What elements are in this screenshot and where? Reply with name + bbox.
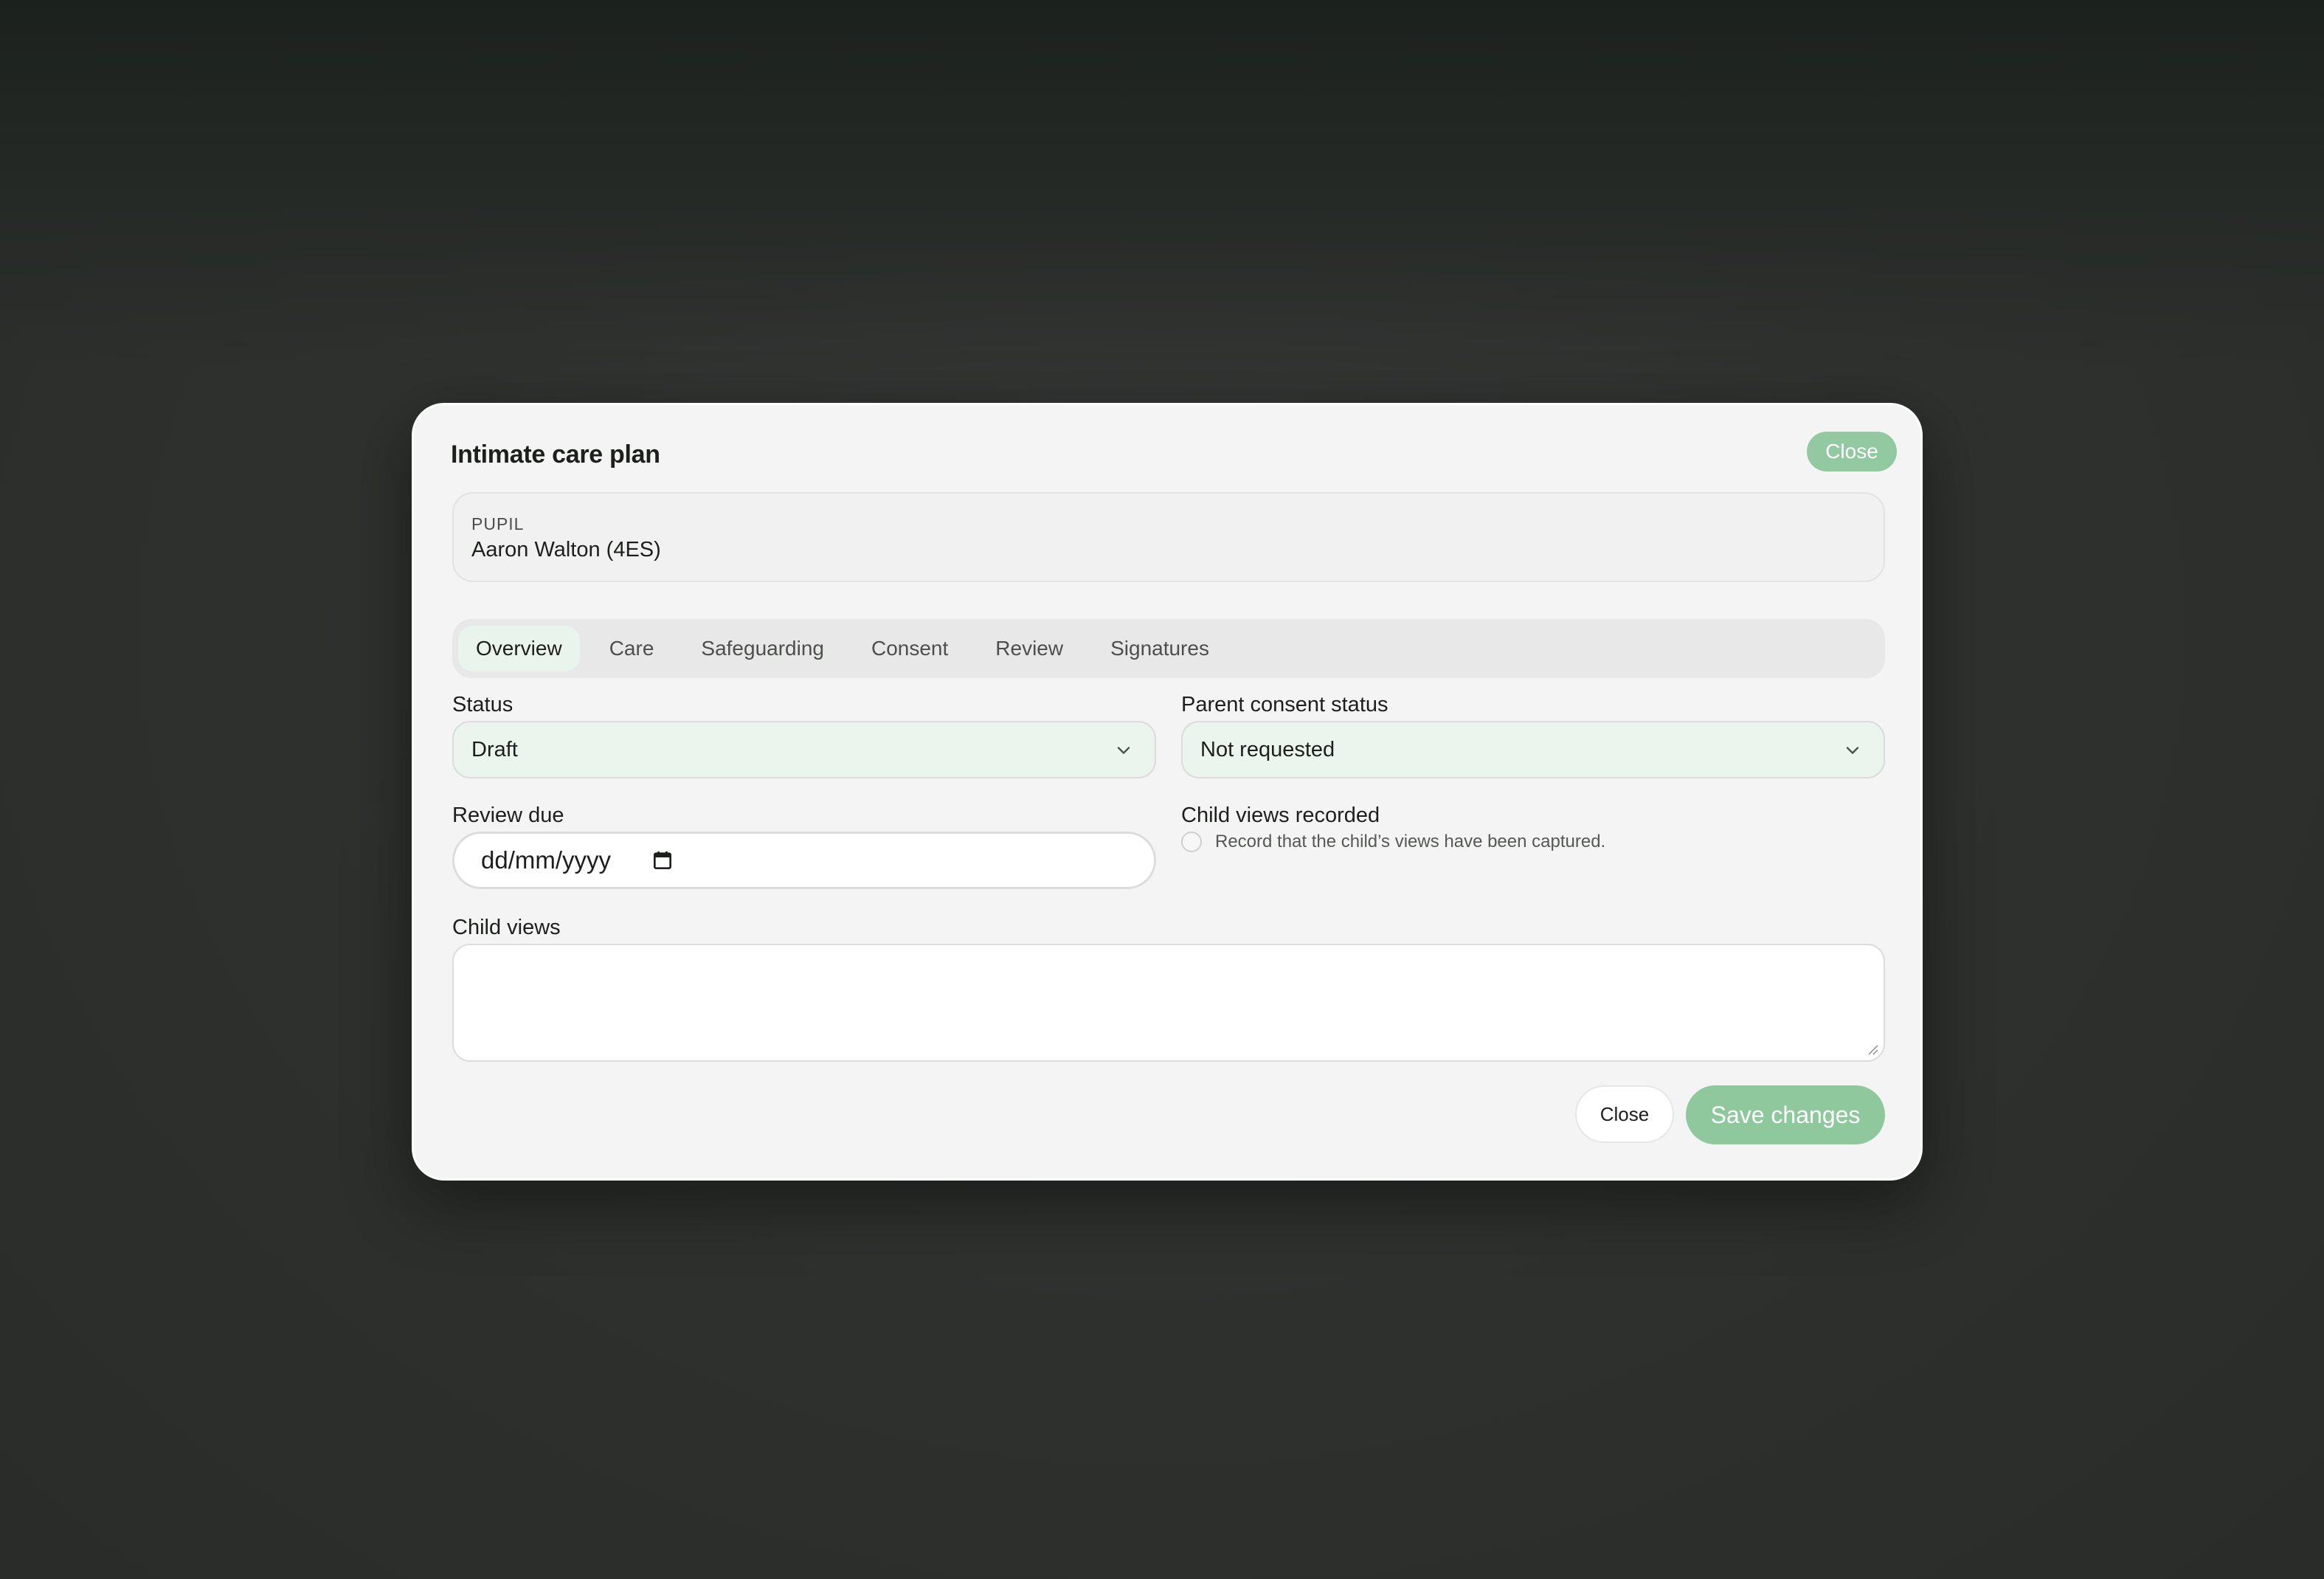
review-due-label: Review due <box>452 804 564 827</box>
child-views-label: Child views <box>452 916 561 939</box>
chevron-down-icon <box>1846 747 1859 754</box>
tab-review[interactable]: Review <box>978 626 1081 671</box>
review-due-placeholder: dd/mm/yyyy <box>481 846 612 874</box>
review-due-date-input[interactable]: dd/mm/yyyy <box>452 832 1156 889</box>
pupil-label: PUPIL <box>471 514 525 533</box>
child-views-recorded-row[interactable]: Record that the child’s views have been … <box>1181 832 1605 852</box>
dialog-title: Intimate care plan <box>451 440 660 469</box>
close-bottom-button[interactable]: Close <box>1575 1085 1674 1143</box>
tab-care[interactable]: Care <box>592 626 672 671</box>
backdrop <box>0 0 2324 369</box>
parent-consent-select[interactable]: Not requested <box>1181 721 1885 778</box>
status-select[interactable]: Draft <box>452 721 1156 778</box>
tab-consent[interactable]: Consent <box>854 626 966 671</box>
pupil-card: PUPIL Aaron Walton (4ES) <box>452 492 1885 582</box>
pupil-name: Aaron Walton (4ES) <box>471 538 661 562</box>
parent-consent-label: Parent consent status <box>1181 693 1388 716</box>
resize-grip-icon[interactable] <box>1866 1043 1879 1056</box>
child-views-textarea[interactable] <box>452 944 1885 1062</box>
tab-signatures[interactable]: Signatures <box>1093 626 1227 671</box>
save-changes-button[interactable]: Save changes <box>1686 1085 1885 1144</box>
chevron-down-icon <box>1117 747 1130 754</box>
child-views-recorded-text: Record that the child’s views have been … <box>1215 832 1606 851</box>
tab-safeguarding[interactable]: Safeguarding <box>683 626 842 671</box>
parent-consent-value: Not requested <box>1200 737 1335 761</box>
intimate-care-plan-dialog: Intimate care plan Close PUPIL Aaron Wal… <box>412 403 1923 1181</box>
child-views-recorded-checkbox[interactable] <box>1181 832 1202 852</box>
tab-overview[interactable]: Overview <box>458 626 580 671</box>
status-value: Draft <box>471 737 518 761</box>
child-views-recorded-label: Child views recorded <box>1181 804 1380 827</box>
calendar-icon[interactable] <box>651 849 674 872</box>
tab-bar: Overview Care Safeguarding Consent Revie… <box>452 619 1885 678</box>
status-label: Status <box>452 693 513 716</box>
close-top-button[interactable]: Close <box>1807 432 1897 471</box>
